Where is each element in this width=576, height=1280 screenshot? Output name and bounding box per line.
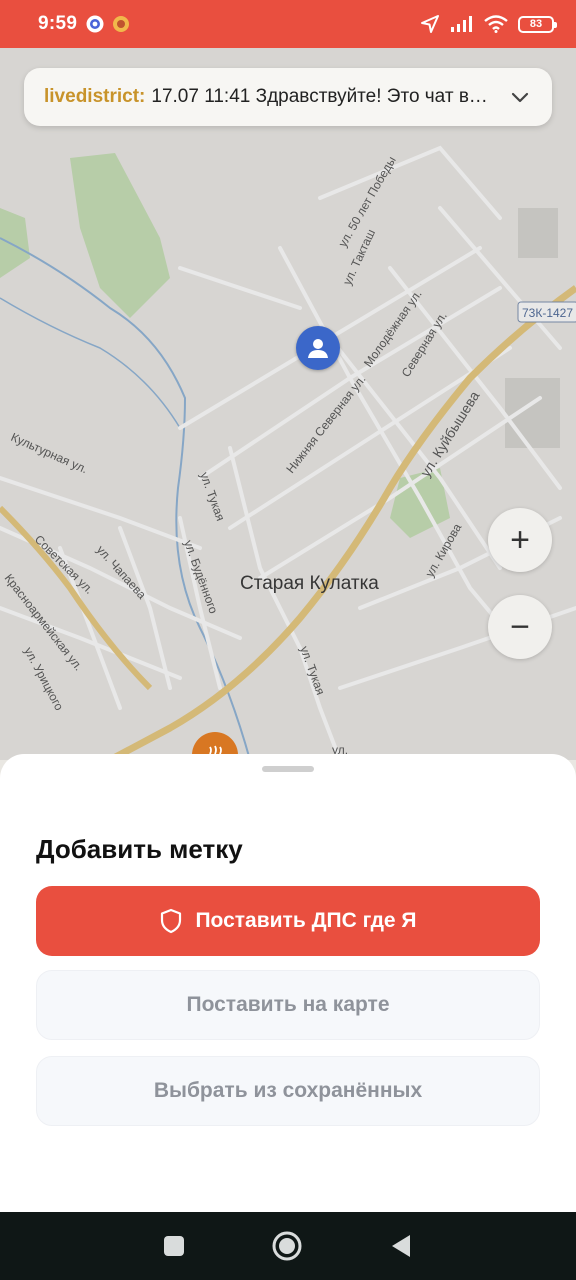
signal-icon [451, 16, 472, 32]
place-dps-here-label: Поставить ДПС где Я [195, 909, 417, 932]
zoom-in-button[interactable]: + [488, 508, 552, 572]
user-location-marker[interactable] [296, 326, 340, 370]
add-marker-sheet: Добавить метку Поставить ДПС где Я Поста… [0, 754, 576, 1212]
wifi-icon [484, 15, 508, 33]
road-code: 73К-1427 [522, 306, 573, 320]
choose-saved-button[interactable]: Выбрать из сохранённых [36, 1056, 540, 1126]
system-nav-bar [0, 1212, 576, 1280]
chevron-down-icon[interactable] [508, 85, 532, 109]
sheet-title: Добавить метку [36, 834, 243, 864]
place-dps-here-button[interactable]: Поставить ДПС где Я [36, 886, 540, 956]
sheet-handle[interactable] [262, 766, 314, 772]
back-triangle-icon[interactable] [388, 1233, 414, 1259]
recents-square-icon[interactable] [162, 1234, 186, 1258]
battery-icon: 83 [518, 15, 557, 33]
map-canvas[interactable]: ул. 50 лет Победы ул. Такташ Молодёжная … [0, 48, 576, 760]
zoom-out-button[interactable]: − [488, 595, 552, 659]
battery-level: 83 [529, 18, 543, 30]
notice-sender: livedistrict: [44, 86, 146, 107]
chat-bubble-icon [86, 15, 104, 33]
place-on-map-button[interactable]: Поставить на карте [36, 970, 540, 1040]
choose-saved-label: Выбрать из сохранённых [153, 1079, 423, 1102]
river [0, 297, 181, 429]
minus-icon: − [510, 608, 530, 646]
shield-icon [161, 908, 182, 934]
notice-text: 17.07 11:41 Здравствуйте! Это чат вашего… [151, 86, 494, 107]
street-label: Нижняя Северная ул. [283, 372, 368, 476]
street-label: ул. Тукая [197, 470, 228, 522]
place-on-map-label: Поставить на карте [186, 993, 390, 1016]
game-app-icon [113, 16, 130, 32]
chat-notice[interactable]: livedistrict: 17.07 11:41 Здравствуйте! … [24, 68, 552, 126]
map[interactable]: ул. 50 лет Победы ул. Такташ Молодёжная … [0, 48, 576, 760]
plus-icon: + [510, 521, 530, 559]
town-label: Старая Кулатка [240, 573, 379, 594]
user-icon [308, 339, 328, 358]
street-label: Культурная ул. [9, 430, 90, 476]
status-time: 9:59 [38, 13, 78, 34]
street-label: ул. Урицкого [21, 645, 66, 713]
location-arrow-icon [421, 15, 439, 33]
home-circle-icon[interactable] [271, 1230, 303, 1262]
street-label: ул. Тукая [297, 644, 328, 696]
status-bar: 9:59 83 [0, 0, 576, 48]
park-area [0, 208, 30, 278]
park-area [70, 153, 170, 318]
